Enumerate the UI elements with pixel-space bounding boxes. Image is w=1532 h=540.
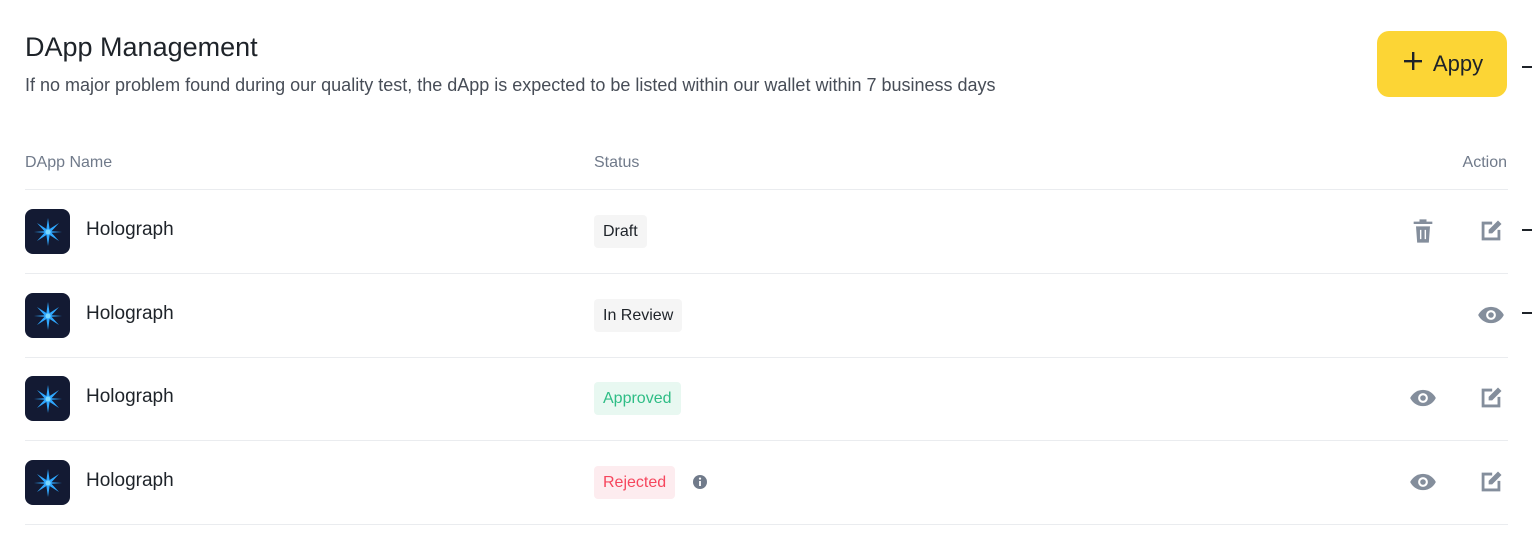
page-subtitle: If no major problem found during our qua… — [25, 75, 996, 95]
view-button[interactable] — [1408, 467, 1438, 497]
info-icon[interactable] — [692, 474, 708, 490]
edit-button[interactable] — [1476, 216, 1506, 246]
delete-button[interactable] — [1408, 216, 1438, 246]
edge-marker — [1522, 66, 1532, 68]
table-row: Holograph Approved — [25, 357, 1508, 441]
app-logo-icon — [25, 209, 70, 254]
status-badge: Draft — [594, 215, 647, 248]
eye-icon — [1478, 306, 1504, 324]
dapp-management-page: DApp Management If no major problem foun… — [0, 0, 1532, 540]
dapp-name: Holograph — [86, 470, 174, 491]
view-button[interactable] — [1408, 383, 1438, 413]
view-button[interactable] — [1476, 300, 1506, 330]
dapp-name: Holograph — [86, 303, 174, 324]
app-logo-icon — [25, 293, 70, 338]
table-row: Holograph Rejected — [25, 441, 1508, 525]
trash-icon — [1413, 219, 1433, 243]
dapp-name: Holograph — [86, 219, 174, 240]
status-badge: In Review — [594, 299, 683, 332]
app-logo-icon — [25, 376, 70, 421]
table-row: Holograph In Review — [25, 274, 1508, 358]
table-row: Holograph Draft — [25, 190, 1508, 274]
table-header: DApp Name Status Action — [25, 150, 1508, 190]
eye-icon — [1410, 389, 1436, 407]
column-header-status: Status — [594, 154, 640, 171]
status-badge: Approved — [594, 382, 681, 415]
edit-icon — [1481, 387, 1502, 408]
edit-button[interactable] — [1476, 467, 1506, 497]
column-header-name: DApp Name — [25, 154, 113, 171]
column-header-action: Action — [1462, 154, 1507, 171]
page-title: DApp Management — [25, 32, 258, 62]
edge-marker — [1522, 312, 1532, 314]
app-logo-icon — [25, 460, 70, 505]
edit-button[interactable] — [1476, 383, 1506, 413]
eye-icon — [1410, 473, 1436, 491]
edit-icon — [1481, 220, 1502, 241]
status-badge: Rejected — [594, 466, 676, 499]
edit-icon — [1481, 471, 1502, 492]
apply-button[interactable]: Appy — [1377, 31, 1507, 97]
dapp-name: Holograph — [86, 386, 174, 407]
edge-marker — [1522, 229, 1532, 231]
apply-button-label: Appy — [1432, 51, 1484, 76]
plus-icon — [1401, 49, 1425, 79]
